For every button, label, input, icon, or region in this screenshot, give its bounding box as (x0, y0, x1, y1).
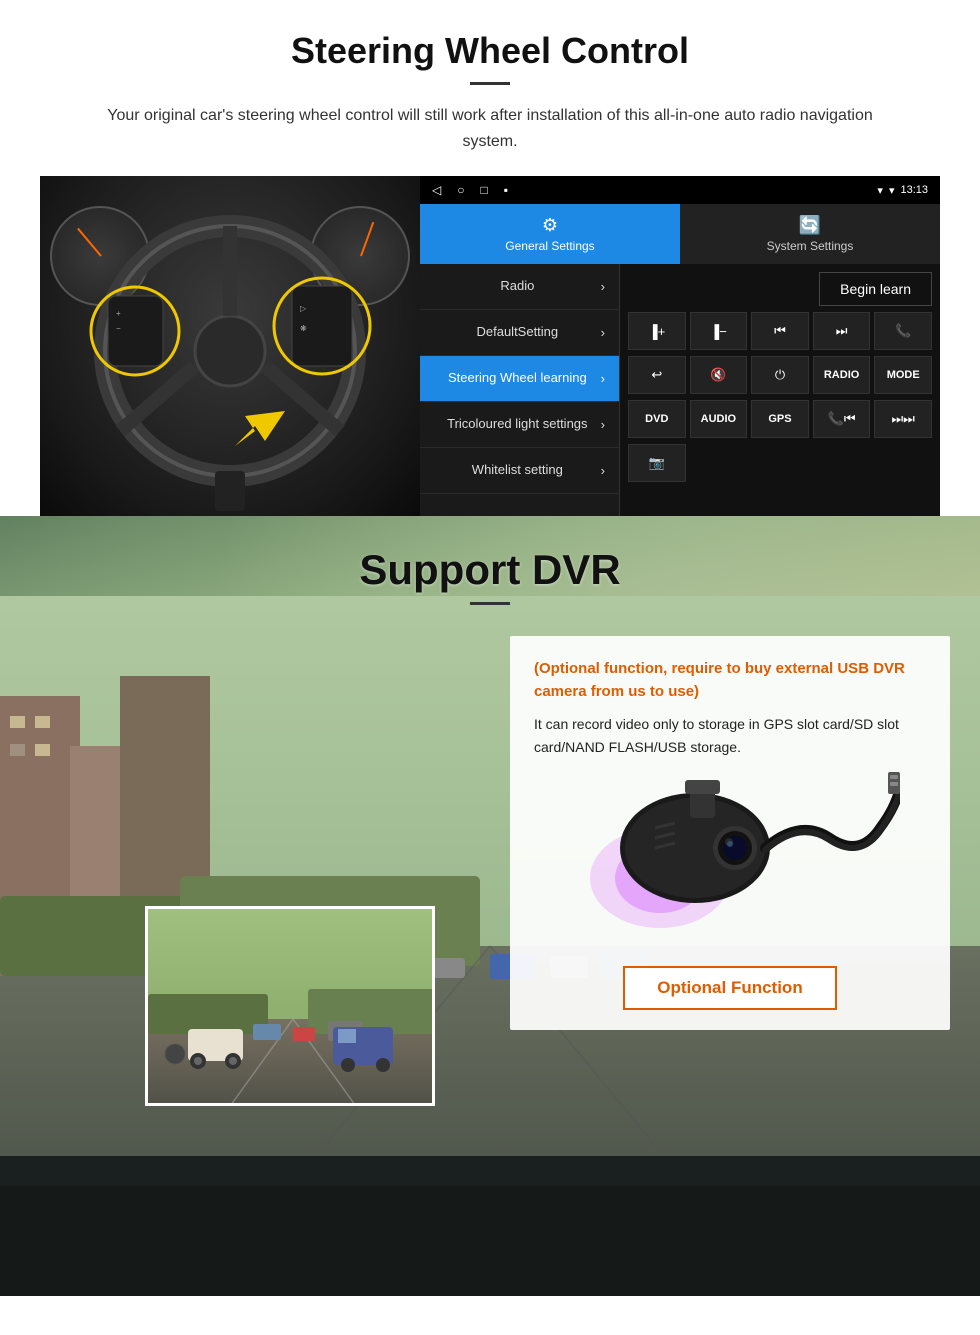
svg-text:−: − (116, 324, 121, 333)
tab-general-label: General Settings (505, 239, 594, 253)
optional-fn-btn-wrapper: Optional Function (534, 948, 926, 1010)
tab-system-settings[interactable]: 🔄 System Settings (680, 204, 940, 264)
ctrl-vol-down[interactable]: ▐− (690, 312, 748, 350)
menu-item-radio[interactable]: Radio › (420, 264, 619, 310)
dvr-info-card: (Optional function, require to buy exter… (510, 636, 950, 1030)
ctrl-next-track[interactable]: ⏭ (813, 312, 871, 350)
menu-radio-label: Radio (434, 278, 601, 295)
ctrl-back[interactable]: ↩ (628, 356, 686, 394)
svg-text:+: + (116, 309, 121, 318)
chevron-right-icon: › (601, 279, 605, 294)
android-body: Radio › DefaultSetting › Steering Wheel … (420, 264, 940, 516)
ctrl-prev-track[interactable]: ⏮ (751, 312, 809, 350)
menu-item-default-setting[interactable]: DefaultSetting › (420, 310, 619, 356)
ctrl-phone[interactable]: 📞 (874, 312, 932, 350)
ctrl-dvd[interactable]: DVD (628, 400, 686, 438)
ctrl-vol-up[interactable]: ▐+ (628, 312, 686, 350)
recents-icon[interactable]: □ (480, 183, 487, 197)
ctrl-audio[interactable]: AUDIO (690, 400, 748, 438)
settings-menu: Radio › DefaultSetting › Steering Wheel … (420, 264, 620, 516)
chevron-right-icon-3: › (601, 371, 605, 386)
back-icon[interactable]: ◁ (432, 183, 441, 197)
ctrl-mode[interactable]: MODE (874, 356, 932, 394)
title-divider (470, 82, 510, 85)
camera-svg (560, 768, 900, 948)
ctrl-camera[interactable]: 📷 (628, 444, 686, 482)
dvr-title: Support DVR (0, 546, 980, 594)
tab-system-label: System Settings (767, 239, 854, 253)
system-icon: 🔄 (799, 215, 821, 236)
dvr-title-area: Support DVR (0, 516, 980, 615)
steering-title: Steering Wheel Control (40, 30, 940, 72)
ctrl-radio[interactable]: RADIO (813, 356, 871, 394)
nav-buttons: ◁ ○ □ ▪ (432, 183, 508, 197)
home-icon[interactable]: ○ (457, 183, 464, 197)
menu-whitelist-label: Whitelist setting (434, 462, 601, 479)
svg-text:❋: ❋ (300, 324, 307, 333)
chevron-right-icon-4: › (601, 417, 605, 432)
status-time: 13:13 (900, 184, 928, 196)
dvr-thumbnail (145, 906, 435, 1106)
control-buttons-row3: DVD AUDIO GPS 📞⏮ ⏭⏭ (628, 400, 932, 438)
ctrl-phone-prev[interactable]: 📞⏮ (813, 400, 871, 438)
wifi-icon: ▾ (889, 184, 895, 197)
ctrl-mute[interactable]: 🔇 (690, 356, 748, 394)
steering-wheel-svg: + − ▷ ❋ (40, 176, 420, 516)
android-status-bar: ◁ ○ □ ▪ ▾ ▾ 13:13 (420, 176, 940, 204)
menu-item-steering-wheel[interactable]: Steering Wheel learning › (420, 356, 619, 402)
menu-steering-label: Steering Wheel learning (434, 370, 601, 387)
optional-function-button[interactable]: Optional Function (623, 966, 836, 1010)
dvr-thumb-inner (148, 909, 432, 1103)
ctrl-next-next[interactable]: ⏭⏭ (874, 400, 932, 438)
steering-demo-area: + − ▷ ❋ ◁ ○ □ (40, 176, 940, 516)
chevron-right-icon-2: › (601, 325, 605, 340)
svg-text:▷: ▷ (300, 304, 307, 313)
dvr-description-text: It can record video only to storage in G… (534, 713, 926, 758)
menu-item-tricoloured[interactable]: Tricoloured light settings › (420, 402, 619, 448)
control-buttons-row4: 📷 (628, 444, 932, 482)
android-ui-panel: ◁ ○ □ ▪ ▾ ▾ 13:13 ⚙ General Settings (420, 176, 940, 516)
steering-wheel-photo: + − ▷ ❋ (40, 176, 420, 516)
chevron-right-icon-5: › (601, 463, 605, 478)
dvr-camera-illustration (560, 768, 900, 948)
dvr-optional-text: (Optional function, require to buy exter… (534, 658, 926, 703)
status-icons: ▾ ▾ 13:13 (877, 184, 928, 197)
android-tabs: ⚙ General Settings 🔄 System Settings (420, 204, 940, 264)
begin-learn-button[interactable]: Begin learn (819, 272, 932, 306)
gear-icon: ⚙ (542, 215, 558, 236)
control-buttons-row2: ↩ 🔇 ⏻ RADIO MODE (628, 356, 932, 394)
menu-tricoloured-label: Tricoloured light settings (434, 416, 601, 433)
menu-item-whitelist[interactable]: Whitelist setting › (420, 448, 619, 494)
dvr-thumb-svg (148, 909, 435, 1106)
tab-general-settings[interactable]: ⚙ General Settings (420, 204, 680, 264)
steering-subtitle: Your original car's steering wheel contr… (80, 103, 900, 154)
menu-default-label: DefaultSetting (434, 324, 601, 341)
ctrl-gps[interactable]: GPS (751, 400, 809, 438)
ctrl-power[interactable]: ⏻ (751, 356, 809, 394)
signal-icon: ▾ (877, 184, 883, 197)
dvr-divider (470, 602, 510, 605)
control-buttons-row1: ▐+ ▐− ⏮ ⏭ 📞 (628, 312, 932, 350)
menu-icon[interactable]: ▪ (504, 183, 508, 197)
dvr-section: Support DVR (0, 516, 980, 1296)
steering-control-panel: Begin learn ▐+ ▐− ⏮ ⏭ 📞 ↩ 🔇 ⏻ RADIO (620, 264, 940, 516)
steering-section: Steering Wheel Control Your original car… (0, 0, 980, 516)
